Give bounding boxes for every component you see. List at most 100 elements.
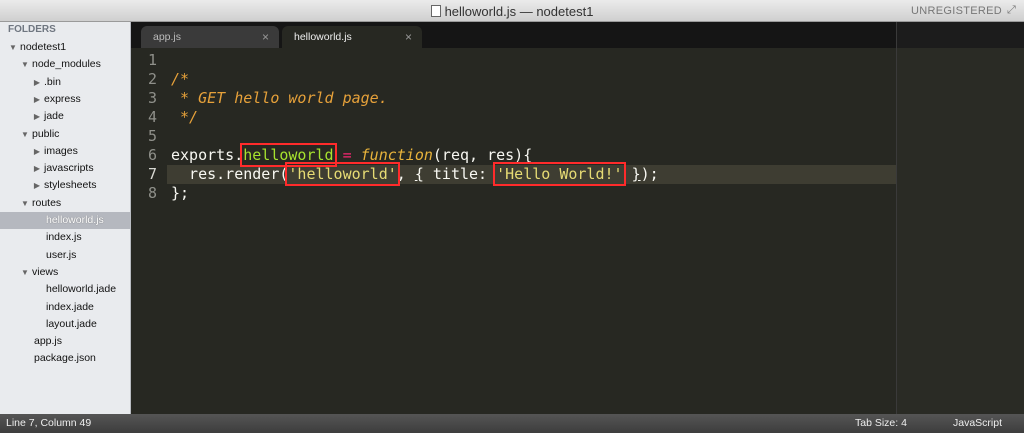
folder-item-routes[interactable]: ▼ routes	[0, 195, 130, 212]
tree-item-label: user.js	[46, 248, 77, 261]
tree-item-label: package.json	[34, 352, 96, 365]
line-number: 2	[147, 70, 157, 88]
disclosure-collapsed-icon[interactable]: ▶	[32, 74, 42, 91]
disclosure-collapsed-icon[interactable]: ▶	[32, 177, 42, 194]
disclosure-expanded-icon[interactable]: ▼	[20, 264, 30, 281]
disclosure-expanded-icon[interactable]: ▼	[20, 56, 30, 73]
comma-token: ,	[396, 165, 415, 183]
tree-item-label: layout.jade	[46, 317, 97, 330]
exports-token: exports.	[171, 146, 244, 164]
tree-item-label: stylesheets	[44, 179, 97, 192]
function-keyword: function	[360, 146, 433, 164]
line-number: 8	[147, 184, 157, 202]
tree-item-label: app.js	[34, 335, 63, 348]
tree-item-label: views	[32, 265, 59, 278]
folder-item-images[interactable]: ▶ images	[0, 143, 130, 160]
file-item-helloworld-jade[interactable]: helloworld.jade	[0, 281, 130, 298]
folders-heading: FOLDERS	[8, 24, 56, 35]
helloworld-export-name-highlight: helloworld	[240, 143, 337, 167]
title-bar: helloworld.js — nodetest1 UNREGISTERED ⤢	[0, 0, 1024, 22]
folder-item-express[interactable]: ▶ express	[0, 91, 130, 108]
window-title: helloworld.js — nodetest1	[0, 4, 1024, 19]
minimap[interactable]	[896, 22, 1024, 414]
code-line-6: exports.helloworld = function(req, res){	[171, 143, 533, 167]
close-icon[interactable]: ×	[405, 26, 412, 48]
folder-item-node-modules[interactable]: ▼ node_modules	[0, 56, 130, 73]
file-item-helloworld-js[interactable]: helloworld.js	[0, 212, 130, 229]
line-number: 1	[147, 51, 157, 69]
syntax-selector[interactable]: JavaScript	[953, 414, 1002, 433]
disclosure-expanded-icon[interactable]: ▼	[8, 39, 18, 56]
folder-item-jade[interactable]: ▶ jade	[0, 108, 130, 125]
tree-item-label: nodetest1	[20, 41, 67, 53]
brace-close-token: }	[631, 165, 641, 183]
folder-item-stylesheets[interactable]: ▶ stylesheets	[0, 177, 130, 194]
file-item-index-js[interactable]: index.js	[0, 229, 130, 246]
tree-item-label: helloworld.jade	[46, 283, 117, 296]
file-item-layout-jade[interactable]: layout.jade	[0, 316, 130, 333]
code-line-3: * GET hello world page.	[171, 89, 388, 108]
disclosure-expanded-icon[interactable]: ▼	[20, 126, 30, 143]
status-bar: Line 7, Column 49 Tab Size: 4 JavaScript	[0, 414, 1024, 433]
call-end-token: );	[640, 165, 659, 183]
file-item-package-json[interactable]: package.json	[0, 350, 130, 367]
tree-item-label: express	[44, 92, 81, 105]
tab-label: app.js	[153, 31, 182, 43]
line-number: 4	[147, 108, 157, 126]
unregistered-label: UNREGISTERED	[911, 5, 1002, 17]
disclosure-expanded-icon[interactable]: ▼	[20, 195, 30, 212]
tree-item-label: index.js	[46, 231, 82, 244]
title-key-token: title:	[423, 165, 497, 183]
assign-token: =	[333, 146, 361, 164]
tab-helloworld-js[interactable]: helloworld.js ×	[282, 26, 422, 48]
tab-size-selector[interactable]: Tab Size: 4	[855, 414, 907, 433]
document-icon	[430, 5, 441, 17]
cursor-position: Line 7, Column 49	[6, 417, 92, 429]
folder-sidebar: FOLDERS ▼ nodetest1 ▼ node_modules ▶ .bin ▶ exp…	[0, 22, 131, 414]
tree-item-label: public	[32, 127, 60, 140]
folder-item-javascripts[interactable]: ▶ javascripts	[0, 160, 130, 177]
line-number: 3	[147, 89, 157, 107]
line-number: 5	[147, 127, 157, 145]
folder-item-public[interactable]: ▼ public	[0, 126, 130, 143]
render-call-token: res.render(	[171, 165, 289, 183]
comment-token: */	[171, 108, 199, 126]
file-item-index-jade[interactable]: index.jade	[0, 299, 130, 316]
file-item-user-js[interactable]: user.js	[0, 247, 130, 264]
close-icon[interactable]: ×	[262, 26, 269, 48]
folder-item-views[interactable]: ▼ views	[0, 264, 130, 281]
tree-item-label: javascripts	[44, 162, 94, 175]
tree-item-label: routes	[32, 196, 62, 209]
tab-bar: app.js × helloworld.js ×	[131, 22, 896, 48]
code-editor[interactable]: 1 2 3 4 5 6 7 8 /* * GET hello world pag…	[131, 48, 896, 414]
disclosure-collapsed-icon[interactable]: ▶	[32, 108, 42, 125]
tree-item-label: node_modules	[32, 58, 101, 71]
params-token: (req, res){	[432, 146, 533, 164]
title-string-highlight: 'Hello World!'	[493, 162, 626, 186]
line-number: 6	[147, 146, 157, 164]
tree-item-label: helloworld.js	[46, 214, 104, 226]
disclosure-collapsed-icon[interactable]: ▶	[32, 143, 42, 160]
view-name-string-highlight: 'helloworld'	[285, 162, 400, 186]
code-line-8: };	[171, 184, 189, 203]
window-title-text: helloworld.js — nodetest1	[444, 4, 594, 19]
tree-item-label: jade	[44, 110, 64, 123]
brace-open-token: {	[414, 165, 424, 183]
comment-token: /*	[171, 70, 190, 88]
minimap-viewport[interactable]	[897, 22, 1024, 48]
tree-item-label: images	[44, 144, 78, 157]
code-line-7: res.render('helloworld', { title: 'Hello…	[171, 162, 659, 186]
line-number-current: 7	[147, 165, 157, 183]
file-item-app-js[interactable]: app.js	[0, 333, 130, 350]
code-line-4: */	[171, 108, 198, 127]
disclosure-collapsed-icon[interactable]: ▶	[32, 91, 42, 108]
disclosure-collapsed-icon[interactable]: ▶	[32, 160, 42, 177]
folder-item--bin[interactable]: ▶ .bin	[0, 74, 130, 91]
folder-item-nodetest1[interactable]: ▼ nodetest1	[0, 39, 130, 56]
tab-label: helloworld.js	[294, 31, 352, 43]
tab-app-js[interactable]: app.js ×	[141, 26, 279, 48]
fullscreen-icon[interactable]: ⤢	[1007, 4, 1019, 16]
tree-item-label: .bin	[44, 75, 61, 88]
comment-token: * GET hello world page.	[171, 89, 388, 107]
